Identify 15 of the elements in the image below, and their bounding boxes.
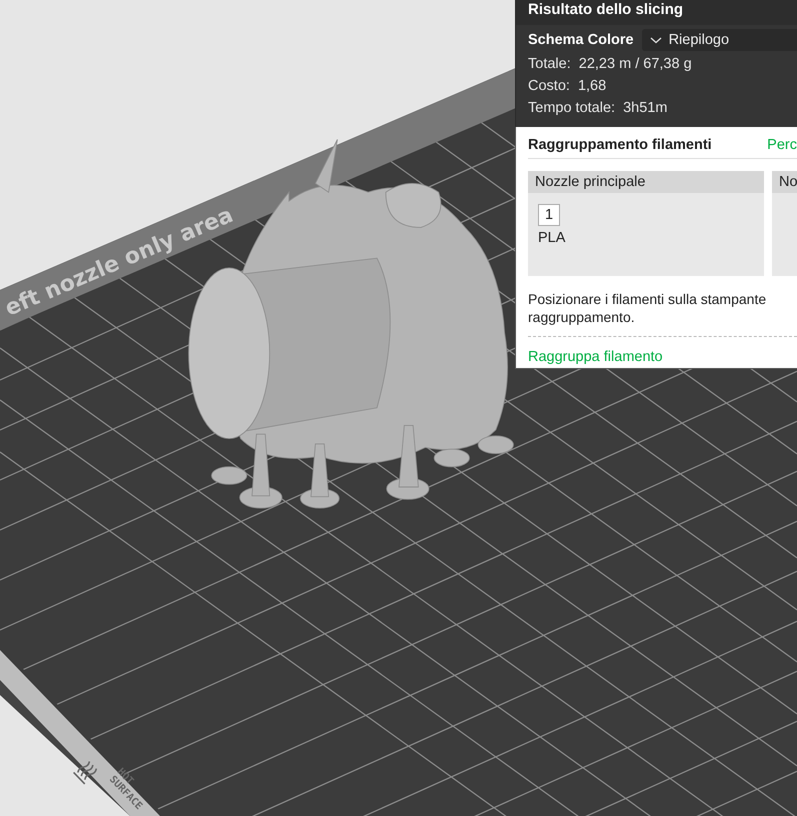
- filament-material: PLA: [538, 230, 566, 246]
- description-text: raggruppamento.: [528, 308, 636, 326]
- stat-line: Totale: 22,23 m / 67,38 g: [527, 55, 693, 74]
- chevron-down-icon: [650, 36, 662, 44]
- color-scheme-label: Schema Colore: [528, 32, 634, 48]
- section-title: Raggruppamento filamenti: [528, 137, 712, 153]
- color-scheme-dropdown[interactable]: Riepilogo: [642, 29, 797, 51]
- stat-line: Costo: 1,68: [527, 77, 608, 96]
- filament-number[interactable]: 1: [538, 204, 560, 226]
- description-text: Posizionare i filamenti sulla stampante: [528, 290, 768, 308]
- nozzle-group-title: No: [772, 171, 797, 193]
- stat-line: Tempo totale: 3h51m: [527, 99, 668, 118]
- heat-icon: [73, 760, 98, 785]
- panel-title: Risultato dello slicing: [516, 0, 797, 25]
- nozzle-group-title: Nozzle principale: [528, 171, 764, 193]
